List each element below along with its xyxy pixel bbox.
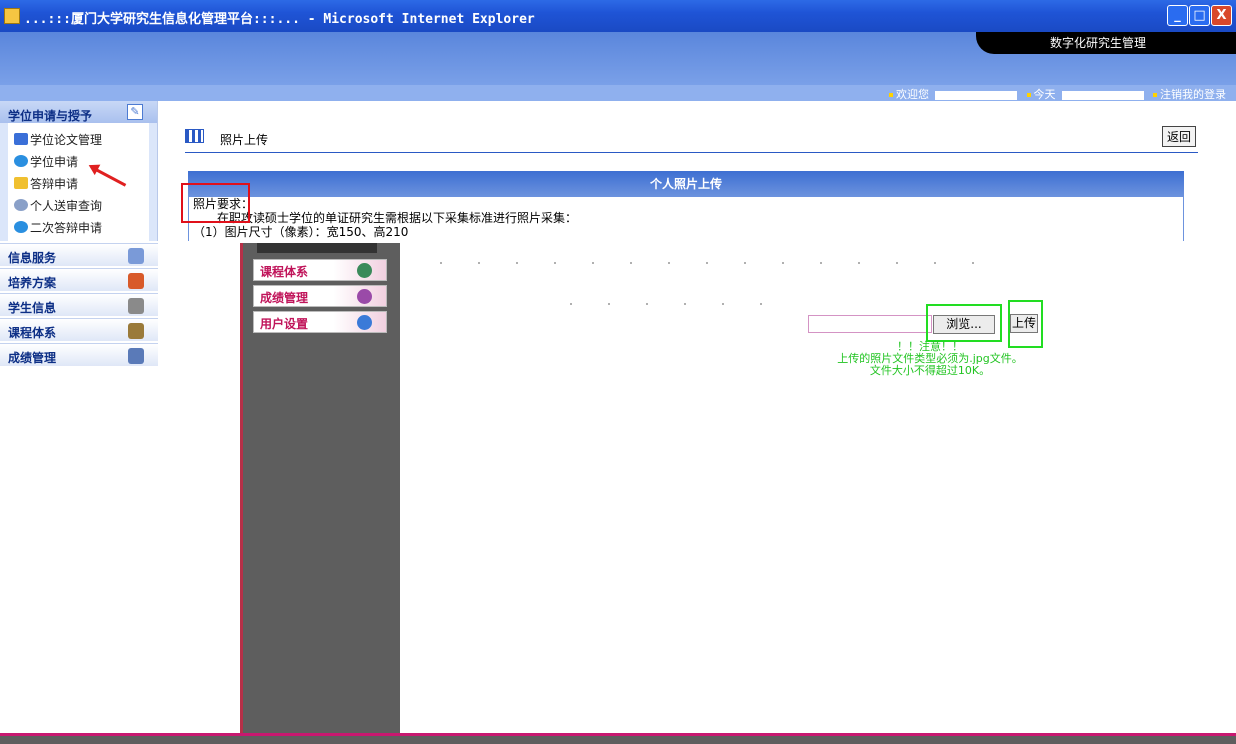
globe-icon [14,155,28,167]
sidebar-item-degree-apply[interactable]: 学位申请 [8,151,149,173]
welcome-label: 欢迎您 [889,88,929,101]
today-label: 今天 [1026,88,1056,101]
sidebar-item-thesis[interactable]: 学位论文管理 [8,129,149,151]
sidebar-item-defense-apply[interactable]: 答辩申请 [8,173,149,195]
sidebar-item-review-query[interactable]: 个人送审查询 [8,195,149,217]
sidebar-list: 学位论文管理 学位申请 答辩申请 个人送审查询 二次答辩申请 [8,123,149,241]
category-student-info[interactable]: 学生信息 [0,293,158,318]
category-info-service[interactable]: 信息服务 [0,243,158,268]
sidebar-categories: 信息服务 培养方案 学生信息 课程体系 成绩管理 [0,243,158,368]
window-title: ...:::厦门大学研究生信息化管理平台:::... - Microsoft I… [24,12,535,27]
globe-icon [14,221,28,233]
sidebar-degree-panel: 学位申请与授予 ✎ 学位论文管理 学位申请 答辩申请 个人送审查询 二次答辩申请 [0,101,158,241]
back-button[interactable]: 返回 [1161,126,1196,147]
requirements-text: 照片要求： 在职攻读硕士学位的单证研究生需根据以下采集标准进行照片采集： （1）… [193,197,577,239]
username-redacted [935,90,1017,100]
brand-title: 数字化研究生管理 [976,32,1236,54]
upload-notes: ！！注意！！ 上传的照片文件类型必须为.jpg文件。 文件大小不得超过10K。 [800,341,1060,377]
overlap-artifact [257,243,377,253]
lower-left-blank [158,243,242,733]
grid-icon [185,129,204,143]
submenu-course-system[interactable]: 课程体系 [253,259,387,281]
ie-app-icon [4,8,20,24]
submenu-user-settings[interactable]: 用户设置 [253,311,387,333]
user-icon [357,315,372,330]
requirements-title: 照片要求： [193,197,254,211]
person-icon [128,248,144,264]
highlight-box-green-browse [926,304,1002,342]
edit-doc-icon: ✎ [127,104,143,120]
status-bar: 欢迎您 今天 注销我的登录 [0,85,1236,101]
pencil-icon [128,298,144,314]
folder-icon [14,177,28,189]
chart-icon [357,289,372,304]
close-button[interactable]: X [1211,5,1232,26]
note-line-2: 文件大小不得超过10K。 [869,364,991,377]
paint-icon [128,323,144,339]
date-redacted [1061,90,1144,100]
category-course-system[interactable]: 课程体系 [0,318,158,343]
globe-icon [357,263,372,278]
submenu-grade-management[interactable]: 成绩管理 [253,285,387,307]
sidebar-section-title[interactable]: 学位申请与授予 ✎ [0,101,157,123]
category-grade-management[interactable]: 成绩管理 [0,343,158,368]
bottom-strip [0,733,1236,744]
category-training-plan[interactable]: 培养方案 [0,268,158,293]
magnifier-icon [128,348,144,364]
logout-link[interactable]: 注销我的登录 [1153,88,1226,101]
main-content: 照片上传 返回 个人照片上传 照片要求： 在职攻读硕士学位的单证研究生需根据以下… [163,101,1236,241]
requirements-line-1: 在职攻读硕士学位的单证研究生需根据以下采集标准进行照片采集： [217,211,578,225]
page-header: 照片上传 返回 [185,126,1198,153]
site-header: 数字化研究生管理 [0,32,1236,85]
book-icon [128,273,144,289]
document-check-icon [14,133,28,145]
minimize-button[interactable]: _ [1167,5,1188,26]
render-artifact [570,303,770,305]
highlight-box-red [181,183,250,223]
requirements-line-2: （1）图片尺寸（像素）：宽150、高210 [193,225,409,239]
search-people-icon [14,199,28,211]
sidebar-item-second-defense[interactable]: 二次答辩申请 [8,217,149,239]
render-artifact [440,262,1010,264]
section-title-bar: 个人照片上传 [188,171,1184,197]
page-title: 照片上传 [220,133,269,147]
maximize-button[interactable]: □ [1189,5,1210,26]
window-titlebar: ...:::厦门大学研究生信息化管理平台:::... - Microsoft I… [0,0,1236,32]
file-path-input[interactable] [808,315,932,333]
